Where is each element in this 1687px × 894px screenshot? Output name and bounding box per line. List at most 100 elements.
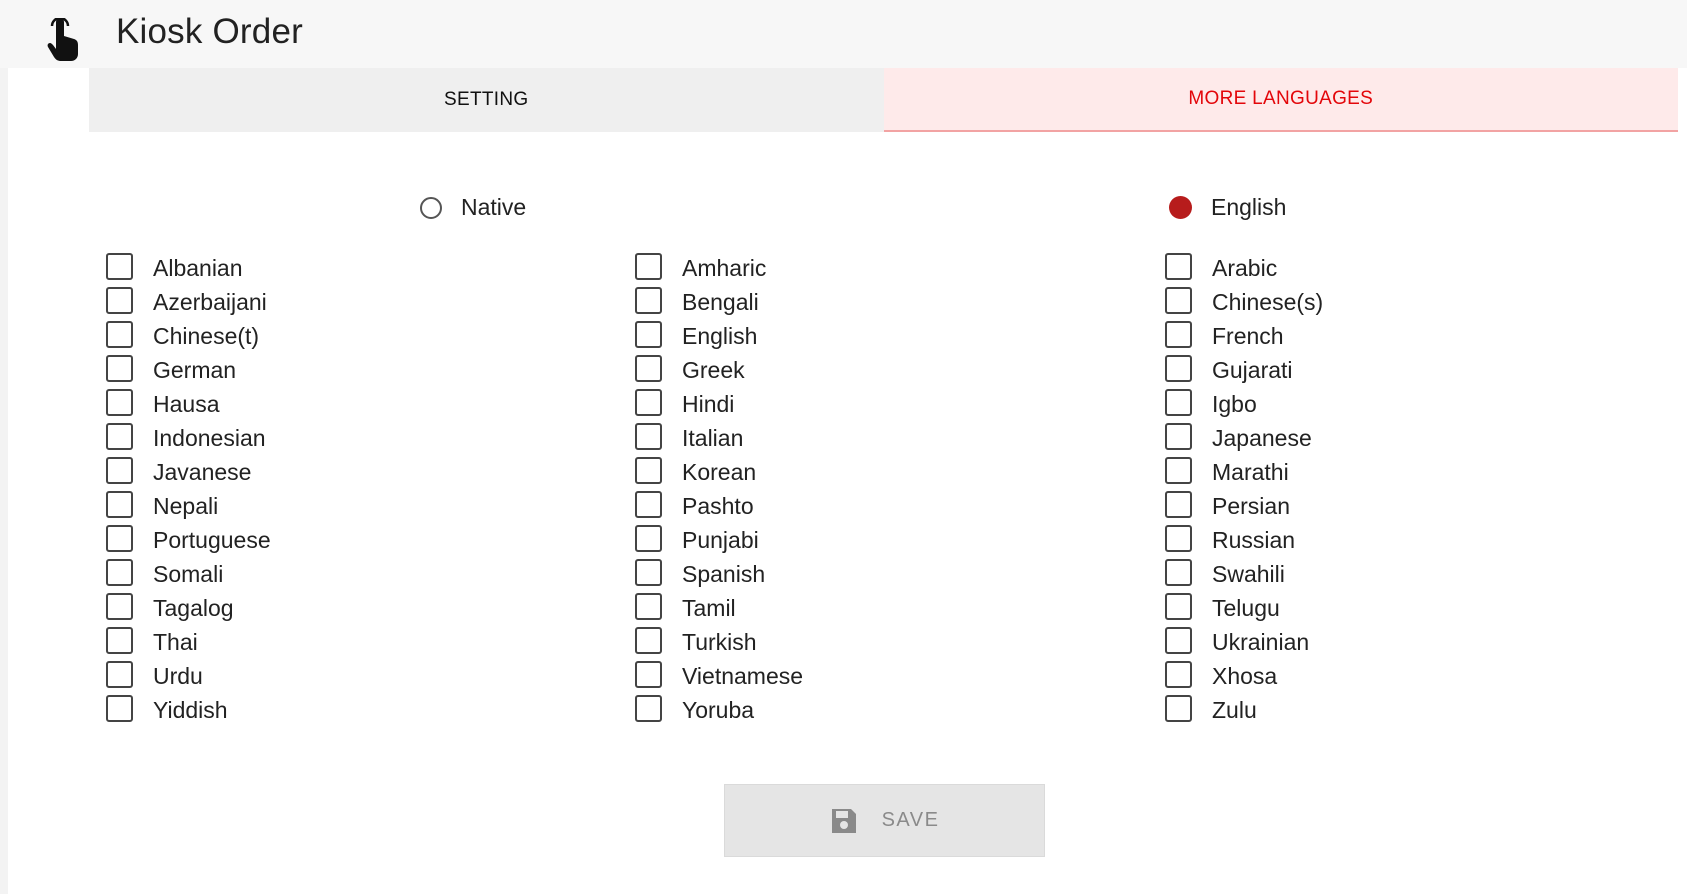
language-option[interactable]: Greek bbox=[635, 353, 803, 387]
language-checkbox[interactable] bbox=[1165, 490, 1192, 518]
language-checkbox[interactable] bbox=[106, 626, 133, 654]
language-checkbox[interactable] bbox=[1165, 592, 1192, 620]
language-option[interactable]: Yoruba bbox=[635, 693, 803, 727]
language-option[interactable]: Indonesian bbox=[106, 421, 271, 455]
language-option[interactable]: Ukrainian bbox=[1165, 625, 1323, 659]
language-option[interactable]: Javanese bbox=[106, 455, 271, 489]
language-checkbox[interactable] bbox=[635, 320, 662, 348]
language-checkbox[interactable] bbox=[106, 354, 133, 382]
language-option[interactable]: Tagalog bbox=[106, 591, 271, 625]
language-option[interactable]: Japanese bbox=[1165, 421, 1323, 455]
language-checkbox[interactable] bbox=[635, 490, 662, 518]
language-checkbox[interactable] bbox=[635, 558, 662, 586]
language-checkbox[interactable] bbox=[1165, 286, 1192, 314]
language-option[interactable]: German bbox=[106, 353, 271, 387]
english-radio-button[interactable] bbox=[1169, 196, 1192, 219]
language-checkbox[interactable] bbox=[106, 252, 133, 280]
native-radio-button[interactable] bbox=[420, 196, 442, 219]
language-checkbox[interactable] bbox=[1165, 422, 1192, 450]
language-checkbox[interactable] bbox=[635, 592, 662, 620]
language-option[interactable]: Xhosa bbox=[1165, 659, 1323, 693]
language-checkbox[interactable] bbox=[1165, 388, 1192, 416]
language-label: Telugu bbox=[1212, 594, 1280, 621]
language-checkbox[interactable] bbox=[106, 388, 133, 416]
language-checkbox[interactable] bbox=[1165, 694, 1192, 722]
language-column-2: Amharic Bengali English Greek Hindi Italian Ko… bbox=[635, 251, 803, 727]
language-option[interactable]: Chinese(t) bbox=[106, 319, 271, 353]
language-option[interactable]: Arabic bbox=[1165, 251, 1323, 285]
language-option[interactable]: Albanian bbox=[106, 251, 271, 285]
save-button[interactable]: SAVE bbox=[724, 784, 1045, 857]
language-option[interactable]: Nepali bbox=[106, 489, 271, 523]
language-checkbox[interactable] bbox=[106, 320, 133, 348]
language-checkbox[interactable] bbox=[635, 660, 662, 688]
language-option[interactable]: French bbox=[1165, 319, 1323, 353]
language-checkbox[interactable] bbox=[1165, 558, 1192, 586]
native-radio-option[interactable]: Native bbox=[420, 194, 526, 221]
language-option[interactable]: Italian bbox=[635, 421, 803, 455]
language-checkbox[interactable] bbox=[1165, 320, 1192, 348]
language-option[interactable]: Azerbaijani bbox=[106, 285, 271, 319]
language-label: Nepali bbox=[153, 492, 219, 519]
language-checkbox[interactable] bbox=[106, 694, 133, 722]
language-option[interactable]: Amharic bbox=[635, 251, 803, 285]
language-checkbox[interactable] bbox=[1165, 456, 1192, 484]
language-option[interactable]: Chinese(s) bbox=[1165, 285, 1323, 319]
language-option[interactable]: Tamil bbox=[635, 591, 803, 625]
tab-setting[interactable]: SETTING bbox=[89, 68, 884, 132]
language-checkbox[interactable] bbox=[635, 388, 662, 416]
language-checkbox[interactable] bbox=[635, 286, 662, 314]
language-checkbox[interactable] bbox=[106, 592, 133, 620]
tab-more-languages[interactable]: MORE LANGUAGES bbox=[883, 68, 1678, 132]
language-option[interactable]: English bbox=[635, 319, 803, 353]
language-option[interactable]: Hindi bbox=[635, 387, 803, 421]
language-checkbox[interactable] bbox=[635, 626, 662, 654]
language-checkbox[interactable] bbox=[635, 694, 662, 722]
language-checkbox[interactable] bbox=[635, 252, 662, 280]
language-option[interactable]: Yiddish bbox=[106, 693, 271, 727]
language-option[interactable]: Vietnamese bbox=[635, 659, 803, 693]
language-option[interactable]: Spanish bbox=[635, 557, 803, 591]
language-checkbox[interactable] bbox=[106, 524, 133, 552]
language-option[interactable]: Telugu bbox=[1165, 591, 1323, 625]
language-option[interactable]: Turkish bbox=[635, 625, 803, 659]
language-checkbox[interactable] bbox=[1165, 354, 1192, 382]
language-option[interactable]: Bengali bbox=[635, 285, 803, 319]
language-option[interactable]: Russian bbox=[1165, 523, 1323, 557]
language-label: Xhosa bbox=[1212, 662, 1278, 689]
language-checkbox[interactable] bbox=[635, 456, 662, 484]
language-checkbox[interactable] bbox=[106, 456, 133, 484]
language-option[interactable]: Marathi bbox=[1165, 455, 1323, 489]
language-option[interactable]: Somali bbox=[106, 557, 271, 591]
language-option[interactable]: Pashto bbox=[635, 489, 803, 523]
language-checkbox[interactable] bbox=[635, 524, 662, 552]
language-option[interactable]: Urdu bbox=[106, 659, 271, 693]
language-checkbox[interactable] bbox=[635, 422, 662, 450]
language-option[interactable]: Thai bbox=[106, 625, 271, 659]
english-radio-option[interactable]: English bbox=[1169, 194, 1286, 221]
language-checkbox[interactable] bbox=[635, 354, 662, 382]
language-option[interactable]: Hausa bbox=[106, 387, 271, 421]
language-label: Turkish bbox=[682, 628, 757, 655]
language-option[interactable]: Gujarati bbox=[1165, 353, 1323, 387]
language-checkbox[interactable] bbox=[1165, 660, 1192, 688]
language-checkbox[interactable] bbox=[1165, 524, 1192, 552]
english-radio-label: English bbox=[1211, 194, 1287, 220]
language-checkbox[interactable] bbox=[1165, 252, 1192, 280]
language-option[interactable]: Swahili bbox=[1165, 557, 1323, 591]
language-option[interactable]: Persian bbox=[1165, 489, 1323, 523]
language-option[interactable]: Zulu bbox=[1165, 693, 1323, 727]
language-option[interactable]: Igbo bbox=[1165, 387, 1323, 421]
language-checkbox[interactable] bbox=[106, 490, 133, 518]
language-label: Igbo bbox=[1212, 390, 1257, 417]
language-option[interactable]: Korean bbox=[635, 455, 803, 489]
language-checkbox[interactable] bbox=[106, 286, 133, 314]
language-label: German bbox=[153, 356, 237, 383]
touch-hand-icon bbox=[47, 18, 78, 61]
language-checkbox[interactable] bbox=[1165, 626, 1192, 654]
language-checkbox[interactable] bbox=[106, 422, 133, 450]
language-checkbox[interactable] bbox=[106, 660, 133, 688]
language-option[interactable]: Portuguese bbox=[106, 523, 271, 557]
language-checkbox[interactable] bbox=[106, 558, 133, 586]
language-option[interactable]: Punjabi bbox=[635, 523, 803, 557]
